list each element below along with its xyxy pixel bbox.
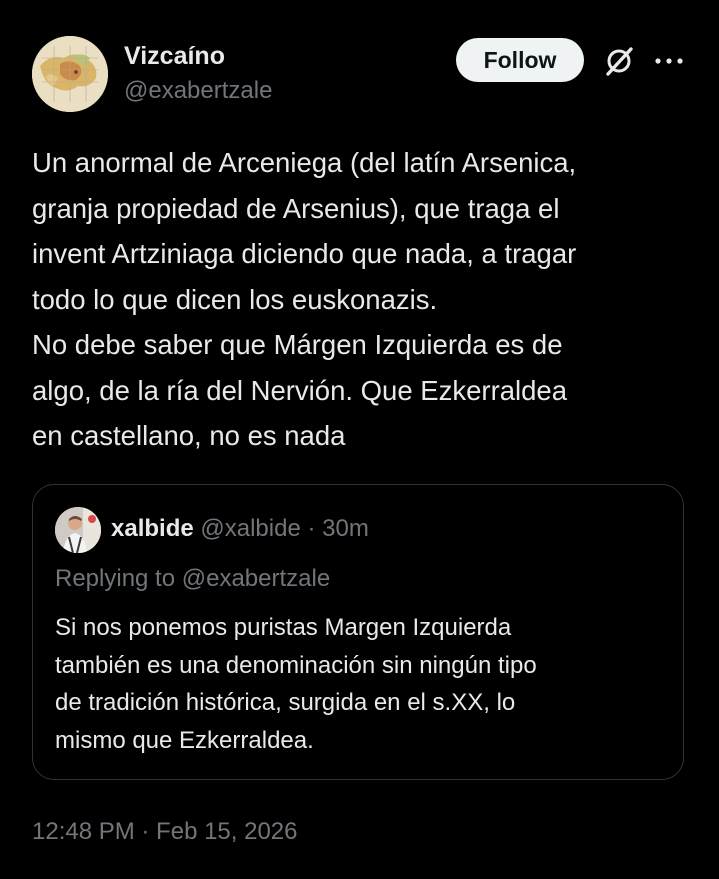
person-avatar-image (55, 507, 101, 553)
quoted-tweet-text: Si nos ponemos puristas Margen Izquierda… (55, 614, 537, 754)
tweet-timestamp[interactable]: 12:48 PM · Feb 15, 2026 (32, 816, 298, 848)
author-names: Vizcaíno @exabertzale (124, 40, 272, 106)
quoted-tweet-time[interactable]: 30m (322, 515, 369, 542)
follow-button[interactable]: Follow (456, 38, 584, 82)
separator-dot: · (307, 515, 316, 542)
quoted-tweet-header: xalbide @xalbide · 30m (111, 513, 369, 545)
quoted-author-handle[interactable]: @xalbide (200, 515, 300, 542)
quoted-author-avatar[interactable] (55, 507, 101, 553)
more-horizontal-icon[interactable] (652, 48, 686, 74)
quoted-author-name[interactable]: xalbide (111, 515, 194, 542)
map-avatar-image (32, 36, 108, 112)
grok-icon[interactable] (602, 44, 636, 78)
author-avatar[interactable] (32, 36, 108, 112)
tweet-text: Un anormal de Arceniega (del latín Arsen… (32, 147, 577, 451)
replying-to: Replying to @exabertzale (55, 565, 331, 592)
quoted-tweet[interactable]: xalbide @xalbide · 30m Replying to @exab… (32, 484, 684, 780)
author-display-name[interactable]: Vizcaíno (124, 40, 272, 72)
tweet-header: Vizcaíno @exabertzale Follow (32, 36, 692, 116)
author-handle[interactable]: @exabertzale (124, 76, 272, 106)
